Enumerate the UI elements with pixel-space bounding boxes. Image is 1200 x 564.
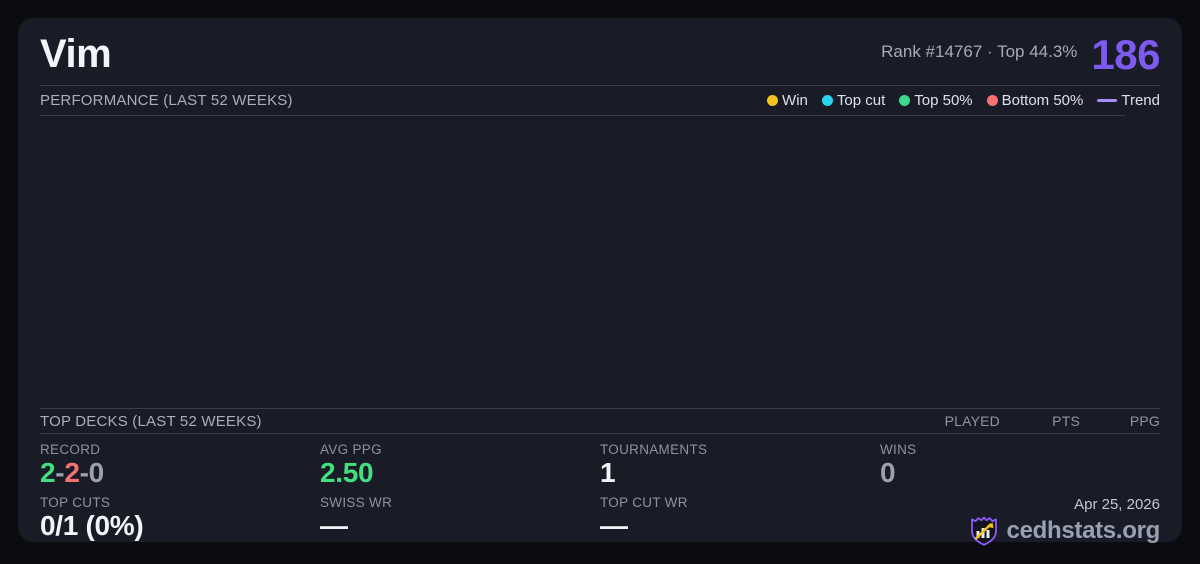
legend-item-bottom-50[interactable]: Bottom 50%	[986, 92, 1084, 109]
record-wins: 2	[40, 457, 56, 488]
stat-label: SWISS WR	[320, 495, 393, 510]
legend-item-top-cut[interactable]: Top cut	[821, 92, 886, 109]
record-draws: 0	[88, 457, 105, 488]
wins-value: 0	[880, 457, 896, 488]
avg-ppg-value: 2.50	[320, 457, 374, 488]
performance-section-title: PERFORMANCE (LAST 52 WEEKS)	[40, 92, 293, 109]
page-title: Vim	[40, 32, 112, 76]
record-separator: -	[55, 457, 65, 488]
performance-chart-area	[40, 116, 1160, 408]
record-losses: 2	[64, 457, 80, 488]
top-cut-wr-value: —	[600, 510, 628, 541]
legend-item-trend[interactable]: Trend	[1097, 92, 1160, 109]
column-header-pts: PTS	[1052, 413, 1080, 429]
stat-label: TOP CUT WR	[600, 495, 688, 510]
snapshot-date: Apr 25, 2026	[1074, 496, 1160, 513]
tournaments-value: 1	[600, 457, 616, 488]
stat-label: TOURNAMENTS	[600, 442, 708, 457]
cedhstats-shield-logo-icon	[970, 516, 997, 546]
column-header-ppg: PPG	[1129, 413, 1160, 429]
top-50-dot-icon	[899, 95, 911, 106]
legend-label: Trend	[1121, 92, 1160, 109]
top-decks-section-title: TOP DECKS (LAST 52 WEEKS)	[40, 412, 262, 430]
stats-grid: RECORD 2-2-0 AVG PPG 2.50 TOURNAMENTS 1 …	[40, 434, 1160, 555]
rank-block: Rank #14767 · Top 44.3% 186	[881, 31, 1160, 79]
record-separator: -	[79, 457, 89, 488]
legend-label: Bottom 50%	[1001, 92, 1084, 109]
deck-stats-card: Vim Rank #14767 · Top 44.3% 186 PERFORMA…	[18, 18, 1182, 546]
brand-name: cedhstats.org	[1006, 517, 1161, 544]
top-decks-header: TOP DECKS (LAST 52 WEEKS) PLAYED PTS PPG	[40, 409, 1160, 433]
legend-item-win[interactable]: Win	[767, 92, 808, 109]
top-cuts-value: 0/1 (0%)	[40, 510, 144, 541]
stat-avg-ppg: AVG PPG 2.50	[320, 442, 600, 494]
stat-wins: WINS 0	[880, 442, 1160, 494]
stat-tournaments: TOURNAMENTS 1	[600, 442, 880, 494]
brand-row[interactable]: cedhstats.org	[969, 516, 1160, 546]
top-decks-columns: PLAYED PTS PPG	[920, 413, 1160, 429]
stat-label: AVG PPG	[320, 442, 382, 457]
legend-item-top-50[interactable]: Top 50%	[899, 92, 973, 109]
column-header-played: PLAYED	[944, 413, 1000, 429]
stat-label: RECORD	[40, 442, 101, 457]
rank-text: Rank #14767 · Top 44.3%	[881, 42, 1078, 62]
legend-label: Win	[782, 92, 808, 109]
swiss-wr-value: —	[320, 510, 348, 541]
chart-legend: Win Top cut Top 50% Bottom 50% Trend	[767, 92, 1160, 109]
performance-header: PERFORMANCE (LAST 52 WEEKS) Win Top cut …	[40, 86, 1160, 115]
footer-cell: Apr 25, 2026 cedhstats.org	[880, 495, 1160, 555]
stat-top-cuts: TOP CUTS 0/1 (0%)	[40, 495, 320, 555]
legend-label: Top 50%	[914, 92, 973, 109]
bottom-50-dot-icon	[986, 95, 998, 106]
record-value: 2-2-0	[40, 457, 320, 489]
stat-record: RECORD 2-2-0	[40, 442, 320, 494]
top-cut-dot-icon	[821, 95, 833, 106]
stat-top-cut-wr: TOP CUT WR —	[600, 495, 880, 555]
stat-swiss-wr: SWISS WR —	[320, 495, 600, 555]
score-value: 186	[1091, 31, 1160, 79]
win-dot-icon	[767, 95, 779, 106]
stat-label: TOP CUTS	[40, 495, 111, 510]
legend-label: Top cut	[836, 92, 886, 109]
stat-label: WINS	[880, 442, 917, 457]
card-header: Vim Rank #14767 · Top 44.3% 186	[40, 18, 1160, 86]
trend-line-icon	[1097, 99, 1118, 102]
